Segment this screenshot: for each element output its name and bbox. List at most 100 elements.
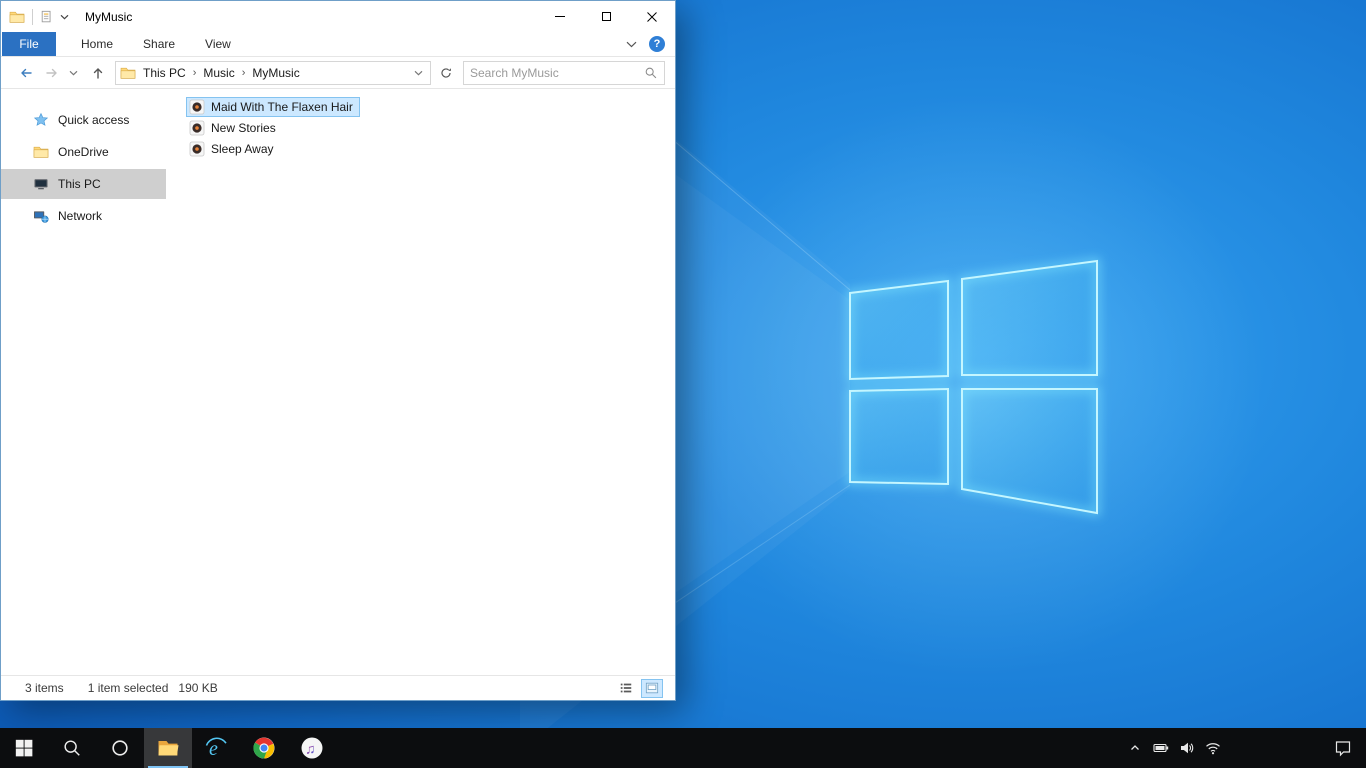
maximize-icon bbox=[601, 12, 611, 21]
file-list[interactable]: Maid With The Flaxen Hair New Stories Sl… bbox=[166, 89, 675, 675]
ie-e-glyph: e bbox=[209, 738, 218, 760]
qat-icon[interactable] bbox=[40, 10, 54, 24]
tab-home[interactable]: Home bbox=[66, 32, 128, 56]
audio-file-icon bbox=[189, 141, 205, 157]
window-title: MyMusic bbox=[85, 9, 133, 24]
search-icon bbox=[64, 740, 80, 756]
cortana-circle-icon bbox=[112, 740, 128, 756]
details-view-icon bbox=[620, 683, 632, 693]
recent-locations-button[interactable] bbox=[65, 60, 81, 86]
breadcrumb-music[interactable]: Music bbox=[196, 66, 241, 80]
taskbar-internet-explorer-button[interactable]: e bbox=[192, 728, 240, 768]
sidebar-item-quick-access[interactable]: Quick access bbox=[1, 105, 166, 135]
titlebar[interactable]: MyMusic bbox=[1, 1, 675, 32]
refresh-icon bbox=[441, 67, 451, 78]
status-selection: 1 item selected bbox=[87, 681, 169, 695]
help-button[interactable]: ? bbox=[649, 36, 665, 52]
itunes-icon: ♫ bbox=[301, 737, 323, 759]
taskbar-search-button[interactable] bbox=[48, 728, 96, 768]
action-center-icon bbox=[1335, 741, 1351, 757]
file-explorer-window: MyMusic File Home Share View ? This PC ›… bbox=[0, 0, 676, 701]
address-dropdown-button[interactable] bbox=[411, 70, 426, 76]
search-icon[interactable] bbox=[644, 66, 658, 80]
forward-button[interactable] bbox=[39, 60, 65, 86]
tray-expand-button[interactable] bbox=[1122, 728, 1148, 768]
file-item-maid-with-the-flaxen-hair[interactable]: Maid With The Flaxen Hair bbox=[186, 97, 360, 117]
large-icons-view-button[interactable] bbox=[641, 678, 663, 698]
minimize-button[interactable] bbox=[537, 1, 583, 32]
close-icon bbox=[647, 11, 657, 22]
action-center-button[interactable] bbox=[1320, 728, 1366, 768]
large-icons-view-icon bbox=[645, 682, 659, 694]
windows-start-icon bbox=[15, 739, 33, 757]
desktop[interactable]: MyMusic File Home Share View ? This PC ›… bbox=[0, 0, 1366, 768]
battery-status-button[interactable] bbox=[1148, 728, 1174, 768]
file-row: New Stories bbox=[186, 118, 675, 139]
battery-icon bbox=[1153, 743, 1169, 753]
chevron-up-icon bbox=[1131, 745, 1139, 750]
maximize-button[interactable] bbox=[583, 1, 629, 32]
tab-view[interactable]: View bbox=[190, 32, 246, 56]
qat-customize-chevron-icon[interactable] bbox=[60, 14, 69, 20]
details-view-button[interactable] bbox=[615, 679, 637, 698]
back-arrow-icon bbox=[21, 68, 32, 77]
this-pc-monitor-icon bbox=[34, 179, 48, 190]
sidebar-item-label: Network bbox=[58, 209, 103, 223]
up-arrow-icon bbox=[93, 67, 103, 79]
sidebar-item-this-pc[interactable]: This PC bbox=[1, 169, 166, 199]
refresh-button[interactable] bbox=[435, 61, 457, 85]
wifi-icon bbox=[1206, 743, 1220, 755]
taskbar: e ♫ bbox=[0, 728, 1366, 768]
caption-buttons bbox=[537, 1, 675, 32]
volume-button[interactable] bbox=[1174, 728, 1200, 768]
sidebar-item-network[interactable]: Network bbox=[1, 201, 166, 231]
network-status-button[interactable] bbox=[1200, 728, 1226, 768]
help-glyph: ? bbox=[653, 38, 661, 50]
search-input[interactable] bbox=[470, 65, 644, 80]
file-name: Sleep Away bbox=[211, 142, 274, 156]
internet-explorer-icon: e bbox=[205, 737, 227, 760]
audio-file-icon bbox=[189, 99, 205, 115]
file-item-new-stories[interactable]: New Stories bbox=[186, 118, 283, 138]
chevron-down-icon bbox=[414, 70, 423, 76]
cortana-button[interactable] bbox=[96, 728, 144, 768]
sidebar-item-onedrive[interactable]: OneDrive bbox=[1, 137, 166, 167]
file-item-sleep-away[interactable]: Sleep Away bbox=[186, 139, 281, 159]
qat-separator bbox=[32, 8, 33, 25]
speaker-icon bbox=[1181, 742, 1194, 754]
onedrive-folder-icon bbox=[33, 146, 49, 158]
status-item-count: 3 items bbox=[25, 681, 64, 695]
start-button[interactable] bbox=[0, 728, 48, 768]
back-button[interactable] bbox=[13, 60, 39, 86]
expand-ribbon-chevron-icon[interactable] bbox=[626, 41, 637, 48]
sidebar-item-label: This PC bbox=[58, 177, 101, 191]
navigation-pane: Quick access OneDrive This PC Network bbox=[1, 89, 166, 675]
tab-share[interactable]: Share bbox=[128, 32, 190, 56]
tab-file[interactable]: File bbox=[2, 32, 56, 56]
chevron-down-icon bbox=[69, 70, 77, 76]
up-button[interactable] bbox=[85, 60, 111, 86]
breadcrumb-this-pc[interactable]: This PC bbox=[136, 66, 193, 80]
window-folder-icon bbox=[9, 11, 25, 23]
close-button[interactable] bbox=[629, 1, 675, 32]
breadcrumb-mymusic[interactable]: MyMusic bbox=[245, 66, 306, 80]
ribbon-tab-bar: File Home Share View ? bbox=[1, 32, 675, 57]
search-box bbox=[463, 60, 665, 85]
taskbar-chrome-button[interactable] bbox=[240, 728, 288, 768]
status-selection-size: 190 KB bbox=[178, 681, 218, 695]
file-explorer-icon bbox=[158, 741, 179, 756]
taskbar-itunes-button[interactable]: ♫ bbox=[288, 728, 336, 768]
audio-file-icon bbox=[189, 120, 205, 136]
sidebar-item-label: OneDrive bbox=[58, 145, 109, 159]
sidebar-item-label: Quick access bbox=[58, 113, 130, 127]
taskbar-file-explorer-button[interactable] bbox=[144, 728, 192, 768]
chrome-icon bbox=[253, 737, 275, 759]
navigation-bar: This PC › Music › MyMusic bbox=[1, 57, 675, 89]
address-bar[interactable]: This PC › Music › MyMusic bbox=[115, 60, 431, 85]
status-bar: 3 items 1 item selected 190 KB bbox=[1, 675, 675, 700]
file-name: Maid With The Flaxen Hair bbox=[211, 100, 353, 114]
file-row: Maid With The Flaxen Hair bbox=[186, 97, 675, 118]
file-row: Sleep Away bbox=[186, 139, 675, 160]
explorer-body: Quick access OneDrive This PC Network Ma… bbox=[1, 89, 675, 675]
minimize-icon bbox=[555, 16, 565, 17]
